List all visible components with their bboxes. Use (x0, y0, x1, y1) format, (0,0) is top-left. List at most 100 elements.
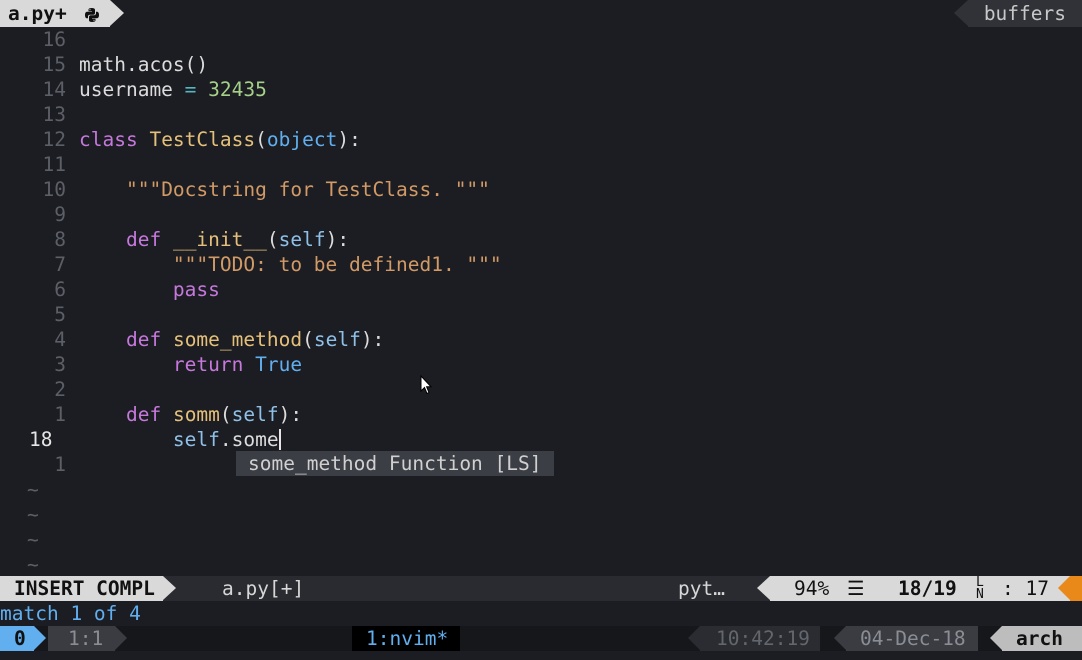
line-number: 9 (54, 203, 66, 226)
line-number: 3 (54, 353, 66, 376)
line-number: 12 (42, 128, 66, 151)
empty-line-tilde: ~ (27, 553, 39, 576)
line-number: 2 (54, 378, 66, 401)
code-token: ): (337, 128, 361, 151)
code-token: """Docstring for TestClass. """ (125, 178, 490, 201)
line-number: 8 (54, 228, 66, 251)
tmux-hostname: arch (990, 626, 1082, 651)
line-position: 18/19 (898, 577, 957, 600)
line-number: 4 (54, 328, 66, 351)
code-text: class TestClass(object): (79, 127, 361, 152)
code-line[interactable]: 13 (0, 102, 1082, 127)
code-line[interactable]: 2 (0, 377, 1082, 402)
tmux-session[interactable]: 0 (0, 626, 46, 651)
code-line[interactable]: 11 (0, 152, 1082, 177)
code-line[interactable]: 5 (0, 302, 1082, 327)
code-line[interactable]: 3 return True (0, 352, 1082, 377)
empty-line-tilde: ~ (27, 528, 39, 551)
line-number: 1 (54, 453, 66, 476)
code-line[interactable]: 8 def __init__(self): (0, 227, 1082, 252)
code-text: def some_method(self): (79, 327, 384, 352)
code-text: def somm(self): (79, 402, 302, 427)
column-position: : 17 (1002, 577, 1049, 600)
code-token: ( (266, 228, 279, 251)
line-number: 15 (42, 53, 66, 76)
code-token: username (79, 78, 185, 101)
code-text: """Docstring for TestClass. """ (79, 177, 490, 202)
code-line[interactable]: 15 math.acos() (0, 52, 1082, 77)
code-token: self (231, 403, 279, 426)
line-number: 13 (42, 103, 66, 126)
code-token: def (125, 328, 162, 351)
code-text: self.some (79, 427, 281, 452)
code-token: math.acos() (79, 53, 209, 76)
empty-line-tilde: ~ (27, 503, 39, 526)
code-token: = (184, 78, 197, 101)
code-token: ): (325, 228, 350, 251)
code-token: object (266, 128, 338, 151)
warning-indicator (1058, 576, 1082, 601)
code-token: True (255, 353, 303, 376)
line-number: 10 (42, 178, 66, 201)
line-number: 6 (54, 278, 66, 301)
tmux-window-tab[interactable]: 1:nvim* (352, 626, 461, 651)
code-line[interactable]: 12 class TestClass(object): (0, 127, 1082, 152)
line-number: 5 (54, 303, 66, 326)
code-token: 32435 (208, 78, 267, 101)
tmux-statusbar: 0 1:1 1:nvim* 10:42:19 04-Dec-18 arch (0, 626, 1082, 651)
code-token: pass (172, 278, 220, 301)
code-text: math.acos() (79, 52, 208, 77)
python-icon (84, 3, 100, 30)
statusline-filename: a.py[+] (222, 577, 305, 600)
code-token: self (278, 228, 326, 251)
code-line[interactable]: 4 def some_method(self): (0, 327, 1082, 352)
mouse-pointer-icon (420, 374, 433, 400)
code-token: return (172, 353, 244, 376)
code-token: def (125, 228, 162, 251)
file-percent: 94% (794, 577, 830, 600)
code-token: ( (219, 403, 232, 426)
code-token: __init__ (172, 228, 267, 251)
command-line-message: match 1 of 4 (0, 602, 141, 625)
completion-popup-item[interactable]: some_method Function [LS] (236, 451, 554, 476)
code-token: ( (255, 128, 267, 151)
code-text: """TODO: to be defined1. """ (79, 252, 502, 277)
code-token: ): (360, 328, 385, 351)
code-line[interactable]: 7 """TODO: to be defined1. """ (0, 252, 1082, 277)
statusline-filetype: pyt… (678, 577, 725, 600)
buffer-tab-label: a.py+ (8, 2, 67, 25)
code-token: self (313, 328, 361, 351)
line-number: 16 (42, 28, 66, 51)
current-code-line[interactable]: 18 self.some (0, 427, 1082, 452)
code-line[interactable]: 16 (0, 27, 1082, 52)
code-line[interactable]: 14 username = 32435 (0, 77, 1082, 102)
code-token: somm (172, 403, 220, 426)
buffers-label[interactable]: buffers (953, 0, 1082, 27)
line-number: 14 (42, 78, 66, 101)
code-text: def __init__(self): (79, 227, 349, 252)
tmux-date: 04-Dec-18 (834, 626, 978, 651)
buffer-tabline: a.py+ buffers (0, 0, 1082, 27)
buffer-tab-active[interactable]: a.py+ (0, 0, 125, 30)
line-number: 18 (29, 428, 53, 451)
code-token: some_method (172, 328, 303, 351)
ln-icon: LN (976, 575, 984, 602)
code-line[interactable]: 9 (0, 202, 1082, 227)
code-token: .some (219, 428, 279, 451)
code-line[interactable]: 1 def somm(self): (0, 402, 1082, 427)
code-token: ( (302, 328, 314, 351)
code-line[interactable]: 10 """Docstring for TestClass. """ (0, 177, 1082, 202)
line-number: 11 (42, 153, 66, 176)
code-line[interactable]: 6 pass (0, 277, 1082, 302)
